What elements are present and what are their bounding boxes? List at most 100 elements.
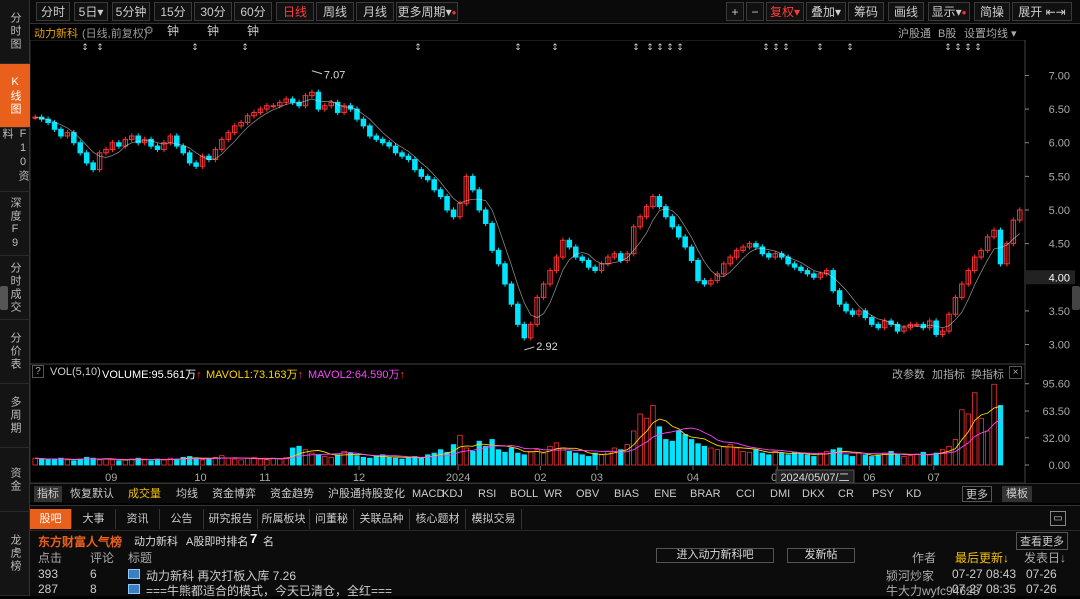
indicator-tab[interactable]: KDJ bbox=[442, 486, 463, 502]
change-params-button[interactable]: 改参数 bbox=[892, 366, 925, 382]
indicator-tab[interactable]: 指标 bbox=[34, 486, 62, 502]
period-5day[interactable]: 5日▾ bbox=[74, 2, 108, 21]
event-marker-icon[interactable]: ↕ bbox=[816, 43, 824, 53]
indicator-tab[interactable]: 均线 bbox=[176, 486, 198, 502]
post-title[interactable]: ===牛熊都适合的模式，今天已清仓，全红=== bbox=[146, 582, 392, 599]
set-ma-button[interactable]: 设置均线 ▾ bbox=[964, 25, 1017, 41]
left-nav-item[interactable]: 分价表 bbox=[0, 320, 30, 384]
bottom-tab[interactable]: 所属板块 bbox=[258, 509, 310, 529]
bottom-tab[interactable]: 关联品种 bbox=[354, 509, 410, 529]
indicator-tab[interactable]: 更多 bbox=[962, 486, 992, 502]
indicator-tab[interactable]: BRAR bbox=[690, 486, 721, 502]
indicator-tab[interactable]: ENE bbox=[654, 486, 677, 502]
expand-button[interactable]: 展开 ⇤⇥ bbox=[1012, 2, 1072, 21]
event-marker-icon[interactable]: ↕ bbox=[514, 43, 522, 53]
event-marker-icon[interactable]: ↕ bbox=[762, 43, 770, 53]
bottom-tab[interactable]: 模拟交易 bbox=[466, 509, 522, 529]
period-5min[interactable]: 5分钟 bbox=[112, 2, 150, 21]
event-marker-icon[interactable]: ↕ bbox=[974, 43, 982, 53]
fuquan-button[interactable]: 复权▾ bbox=[766, 2, 804, 21]
zoom-out-button[interactable]: − bbox=[746, 2, 764, 21]
zoom-in-button[interactable]: + bbox=[726, 2, 744, 21]
left-nav-item[interactable]: 龙虎榜 bbox=[0, 512, 30, 596]
switch-indicator-button[interactable]: 换指标 bbox=[971, 366, 1004, 382]
period-monthly[interactable]: 月线 bbox=[356, 2, 394, 21]
left-nav-item[interactable]: F10资料 bbox=[0, 128, 30, 192]
bottom-tab[interactable]: 问董秘 bbox=[310, 509, 354, 529]
indicator-tab[interactable]: OBV bbox=[576, 486, 599, 502]
bottom-tab[interactable]: 大事 bbox=[72, 509, 116, 529]
left-nav-item[interactable]: 分时图 bbox=[0, 0, 30, 64]
event-marker-icon[interactable]: ↕ bbox=[666, 43, 674, 53]
indicator-tab[interactable]: 资金博弈 bbox=[212, 486, 256, 502]
period-fenshi[interactable]: 分时 bbox=[36, 2, 70, 21]
event-marker-icon[interactable]: ↕ bbox=[632, 43, 640, 53]
post-row[interactable]: 287 8 ===牛熊都适合的模式，今天已清仓，全红=== 牛大力wyfc94628 0… bbox=[30, 582, 1080, 599]
chip-button[interactable]: 筹码 bbox=[848, 2, 884, 21]
bgu-label[interactable]: B股 bbox=[938, 25, 956, 41]
col-posted[interactable]: 发表日↓ bbox=[1024, 549, 1066, 566]
event-marker-icon[interactable]: ↕ bbox=[646, 43, 654, 53]
overlay-button[interactable]: 叠加▾ bbox=[806, 2, 846, 21]
help-icon[interactable]: ? bbox=[32, 365, 44, 378]
period-daily[interactable]: 日线 bbox=[276, 2, 314, 21]
event-marker-icon[interactable]: ↕ bbox=[656, 43, 664, 53]
event-marker-icon[interactable]: ↕ bbox=[81, 43, 89, 53]
event-marker-icon[interactable]: ↕ bbox=[551, 43, 559, 53]
enter-guba-button[interactable]: 进入动力新科吧 bbox=[656, 548, 774, 563]
left-nav-item[interactable]: 资金 bbox=[0, 448, 30, 512]
simple-mode-button[interactable]: 简操 bbox=[974, 2, 1010, 21]
indicator-tab[interactable]: BOLL bbox=[510, 486, 538, 502]
close-icon[interactable]: × bbox=[1009, 366, 1022, 379]
bottom-tab[interactable]: 公告 bbox=[160, 509, 204, 529]
left-nav-item[interactable]: K线图 bbox=[0, 64, 30, 128]
bottom-tab[interactable]: 研究报告 bbox=[204, 509, 258, 529]
event-marker-icon[interactable]: ↕ bbox=[676, 43, 684, 53]
event-marker-icon[interactable]: ↕ bbox=[414, 43, 422, 53]
left-nav-item[interactable]: 多周期 bbox=[0, 384, 30, 448]
indicator-tab[interactable]: CR bbox=[838, 486, 854, 502]
add-indicator-button[interactable]: 加指标 bbox=[932, 366, 965, 382]
period-15min[interactable]: 15分钟 bbox=[154, 2, 192, 38]
event-marker-icon[interactable]: ↕ bbox=[782, 43, 790, 53]
event-marker-icon[interactable]: ↕ bbox=[241, 43, 249, 53]
indicator-tab[interactable]: DMI bbox=[770, 486, 790, 502]
indicator-tab[interactable]: PSY bbox=[872, 486, 894, 502]
event-marker-icon[interactable]: ↕ bbox=[846, 43, 854, 53]
event-marker-icon[interactable]: ↕ bbox=[944, 43, 952, 53]
indicator-tab[interactable]: KD bbox=[906, 486, 921, 502]
period-60min[interactable]: 60分钟 bbox=[234, 2, 272, 38]
bottom-tab[interactable]: 资讯 bbox=[116, 509, 160, 529]
hgt-label[interactable]: 沪股通 bbox=[898, 25, 931, 41]
kline-chart[interactable]: 7.006.506.005.505.004.504.003.503.004.00… bbox=[30, 40, 1080, 483]
right-collapse-icon[interactable] bbox=[1072, 286, 1080, 310]
left-nav-item[interactable]: 深度F9 bbox=[0, 192, 30, 256]
indicator-tab[interactable]: MACD bbox=[412, 486, 444, 502]
post-row[interactable]: 393 6 动力新科 再次打板入库 7.26 颍河炒家 07-27 08:43 07-26 bbox=[30, 567, 1080, 583]
indicator-tab[interactable]: 沪股通持股变化 bbox=[328, 486, 405, 502]
indicator-tab[interactable]: 模板 bbox=[1002, 486, 1032, 502]
event-marker-icon[interactable]: ↕ bbox=[772, 43, 780, 53]
draw-line-button[interactable]: 画线 bbox=[888, 2, 924, 21]
period-30min[interactable]: 30分钟 bbox=[194, 2, 232, 38]
vol-title[interactable]: VOL(5,10) bbox=[50, 366, 101, 378]
indicator-tab[interactable]: CCI bbox=[736, 486, 755, 502]
period-weekly[interactable]: 周线 bbox=[316, 2, 354, 21]
left-collapse-icon[interactable] bbox=[0, 286, 8, 310]
maximize-icon[interactable]: ▭ bbox=[1050, 511, 1066, 526]
indicator-tab[interactable]: BIAS bbox=[614, 486, 639, 502]
indicator-tab[interactable]: 恢复默认 bbox=[70, 486, 114, 502]
display-button[interactable]: 显示▾● bbox=[928, 2, 970, 21]
indicator-tab[interactable]: DKX bbox=[802, 486, 825, 502]
indicator-tab[interactable]: 资金趋势 bbox=[270, 486, 314, 502]
bottom-tab[interactable]: 股吧 bbox=[30, 509, 72, 529]
event-marker-icon[interactable]: ↕ bbox=[954, 43, 962, 53]
bottom-tab[interactable]: 核心题材 bbox=[410, 509, 466, 529]
col-updated[interactable]: 最后更新↓ bbox=[955, 549, 1009, 566]
indicator-tab[interactable]: RSI bbox=[478, 486, 496, 502]
event-marker-icon[interactable]: ↕ bbox=[964, 43, 972, 53]
more-periods-button[interactable]: 更多周期▾● bbox=[396, 2, 458, 21]
indicator-tab[interactable]: 成交量 bbox=[128, 486, 161, 502]
event-marker-icon[interactable]: ↕ bbox=[96, 43, 104, 53]
new-post-button[interactable]: 发新帖 bbox=[787, 548, 855, 563]
